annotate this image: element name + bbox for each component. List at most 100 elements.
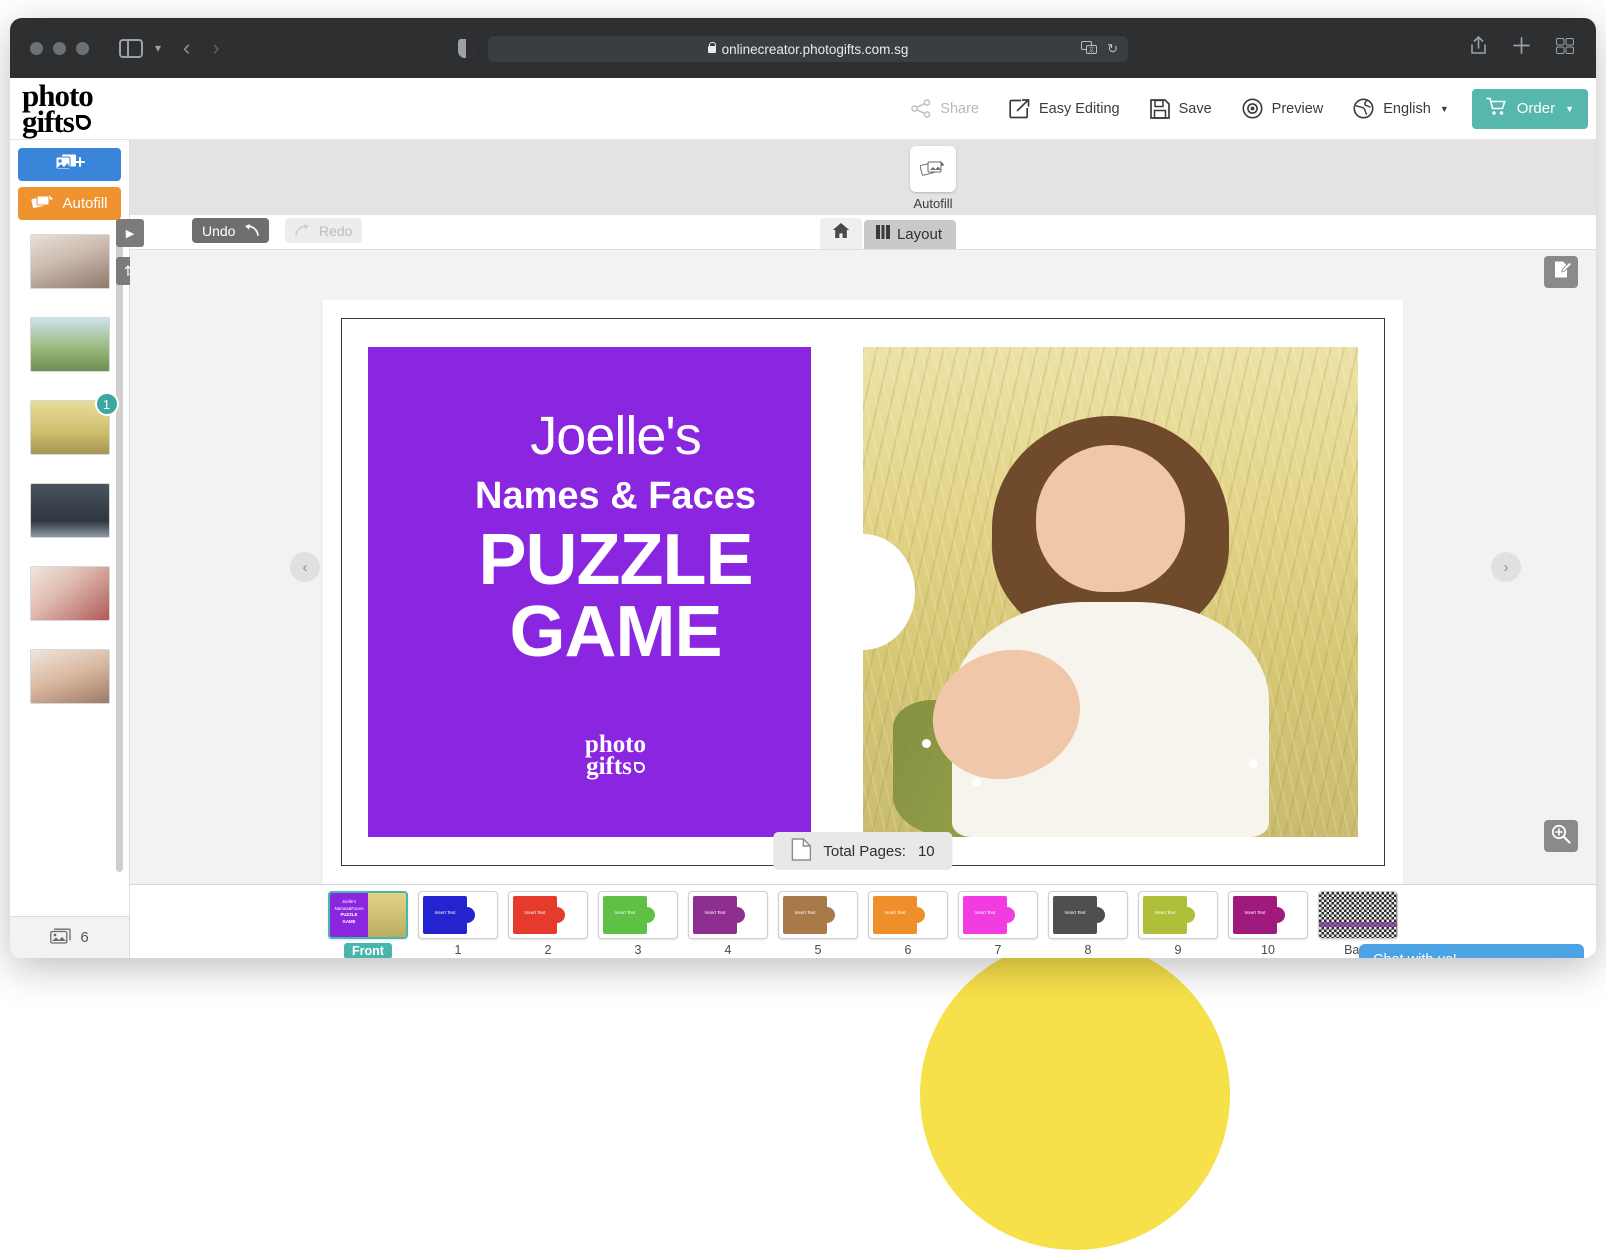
page-thumb-label: 8	[1084, 943, 1092, 957]
page-thumb-image[interactable]: Insert Text	[418, 891, 498, 939]
redo-arrow-icon	[295, 223, 312, 239]
puzzle-cover-photo[interactable]	[863, 347, 1358, 837]
page-thumb-7[interactable]: Insert Text 7	[958, 891, 1038, 957]
preview-button[interactable]: Preview	[1227, 78, 1339, 139]
insert-text-placeholder: Insert Text	[434, 910, 456, 915]
page-thumb-4[interactable]: Insert Text 4	[688, 891, 768, 957]
share-label: Share	[940, 100, 979, 117]
page-thumb-front[interactable]: Joelle's Names&Faces PUZZLE GAME Front	[328, 891, 408, 958]
photo-thumb-4[interactable]	[29, 483, 110, 538]
close-window-button[interactable]	[30, 41, 43, 55]
page-thumb-image[interactable]: Insert Text	[1228, 891, 1308, 939]
page-thumb-image[interactable]: Insert Text	[598, 891, 678, 939]
page-thumb-image[interactable]	[1318, 891, 1398, 939]
cover-text-block[interactable]: Joelle's Names & Faces PUZZLE GAME	[368, 405, 863, 668]
photo-thumb-2[interactable]	[29, 317, 110, 372]
share-button[interactable]: Share	[896, 78, 994, 139]
back-arrow-icon[interactable]: ‹	[183, 35, 190, 61]
page-thumb-label: 7	[994, 943, 1002, 957]
page-thumb-image[interactable]: Insert Text	[868, 891, 948, 939]
browser-titlebar: ▾ ‹ › onlinecreator.photogifts.com.sg 文 …	[10, 18, 1596, 78]
easy-editing-button[interactable]: Easy Editing	[994, 78, 1135, 139]
autofill-tool-icon	[910, 146, 956, 192]
photos-icon	[50, 928, 72, 948]
photo-thumb-6[interactable]	[29, 649, 110, 704]
thumb-cover-photo	[368, 893, 406, 937]
page-thumb-image[interactable]: Insert Text	[1048, 891, 1128, 939]
puzzle-notch	[811, 534, 915, 650]
new-tab-icon[interactable]	[1513, 37, 1530, 59]
photo-thumb-5[interactable]	[29, 566, 110, 621]
home-icon	[832, 223, 850, 243]
photo-thumb-1[interactable]	[29, 234, 110, 289]
translate-icon[interactable]: 文	[1081, 40, 1098, 58]
page-thumb-10[interactable]: Insert Text 10	[1228, 891, 1308, 957]
language-selector[interactable]: English ▼	[1338, 78, 1463, 139]
photo-thumbnail-list[interactable]: 1	[10, 220, 129, 916]
page-thumb-image[interactable]: Joelle's Names&Faces PUZZLE GAME	[328, 891, 408, 939]
minimize-window-button[interactable]	[53, 41, 66, 55]
sidebar-toggle-icon[interactable]	[119, 38, 143, 58]
page-thumb-5[interactable]: Insert Text 5	[778, 891, 858, 957]
chevron-up-icon[interactable]: ▲	[1557, 953, 1570, 959]
tab-layout[interactable]: Layout	[863, 220, 956, 249]
order-label: Order	[1516, 100, 1556, 117]
page-thumb-2[interactable]: Insert Text 2	[508, 891, 588, 957]
eye-icon	[1242, 98, 1263, 119]
total-pages-value: 10	[917, 842, 935, 860]
puzzle-cover-left[interactable]: Joelle's Names & Faces PUZZLE GAME photo…	[368, 347, 863, 837]
photo-panel: Autofill 1 6	[10, 140, 130, 958]
app-logo[interactable]: photo gifts	[22, 80, 94, 137]
save-button[interactable]: Save	[1135, 78, 1227, 139]
share-icon[interactable]	[1470, 35, 1487, 60]
page-thumb-image[interactable]: Insert Text	[508, 891, 588, 939]
chat-widget[interactable]: Chat with us! ▲	[1359, 944, 1584, 958]
add-photos-button[interactable]	[18, 148, 121, 181]
insert-text-placeholder: Insert Text	[794, 910, 816, 915]
page-thumb-image[interactable]: Insert Text	[778, 891, 858, 939]
page-thumbnail-strip[interactable]: Joelle's Names&Faces PUZZLE GAME Front Inse…	[130, 884, 1596, 958]
autofill-tool-button[interactable]: Autofill	[910, 146, 956, 211]
page-thumb-3[interactable]: Insert Text 3	[598, 891, 678, 957]
page-edit-icon	[1552, 260, 1572, 284]
page-thumb-label: Front	[344, 943, 392, 958]
page-edit-button[interactable]	[1544, 256, 1578, 288]
zoom-in-button[interactable]	[1544, 820, 1578, 852]
page-thumb-label: 2	[544, 943, 552, 957]
page-thumb-image[interactable]: Insert Text	[958, 891, 1038, 939]
page-thumb-label: 4	[724, 943, 732, 957]
autofill-button[interactable]: Autofill	[18, 187, 121, 220]
address-bar[interactable]: onlinecreator.photogifts.com.sg 文 ↻	[488, 36, 1128, 62]
shopping-cart-icon	[1485, 97, 1507, 120]
page-thumb-1[interactable]: Insert Text 1	[418, 891, 498, 957]
forward-arrow-icon[interactable]: ›	[212, 35, 219, 61]
photo-panel-scrollbar[interactable]	[116, 232, 123, 872]
tabs-overview-icon[interactable]	[1556, 37, 1574, 59]
tab-home[interactable]	[819, 218, 862, 249]
page-thumb-6[interactable]: Insert Text 6	[868, 891, 948, 957]
page-thumb-label: 6	[904, 943, 912, 957]
chevron-down-icon[interactable]: ▾	[155, 41, 161, 55]
maximize-window-button[interactable]	[76, 41, 89, 55]
page-thumb-image[interactable]: Insert Text	[688, 891, 768, 939]
page-thumb-label: 5	[814, 943, 822, 957]
panel-collapse-handle[interactable]: ▶	[116, 219, 144, 248]
prev-page-button[interactable]: ‹	[290, 552, 320, 582]
order-button[interactable]: Order ▼	[1471, 88, 1588, 129]
total-pages-indicator: Total Pages: 10	[773, 832, 953, 870]
page-thumb-image[interactable]: Insert Text	[1138, 891, 1218, 939]
next-page-button[interactable]: ›	[1491, 552, 1521, 582]
shield-icon[interactable]	[458, 39, 474, 58]
page-thumb-9[interactable]: Insert Text 9	[1138, 891, 1218, 957]
insert-text-placeholder: Insert Text	[524, 910, 546, 915]
undo-button[interactable]: Undo	[192, 218, 270, 244]
browser-window: ▾ ‹ › onlinecreator.photogifts.com.sg 文 …	[10, 18, 1596, 958]
page-thumb-8[interactable]: Insert Text 8	[1048, 891, 1128, 957]
page-canvas[interactable]: Joelle's Names & Faces PUZZLE GAME photo…	[323, 300, 1403, 884]
add-photos-icon	[55, 153, 85, 177]
window-controls[interactable]	[30, 41, 89, 55]
cover-name-text: Joelle's	[530, 406, 701, 466]
photo-usage-badge: 1	[94, 392, 119, 416]
photo-thumb-3[interactable]: 1	[29, 392, 119, 455]
reload-icon[interactable]: ↻	[1107, 41, 1118, 57]
